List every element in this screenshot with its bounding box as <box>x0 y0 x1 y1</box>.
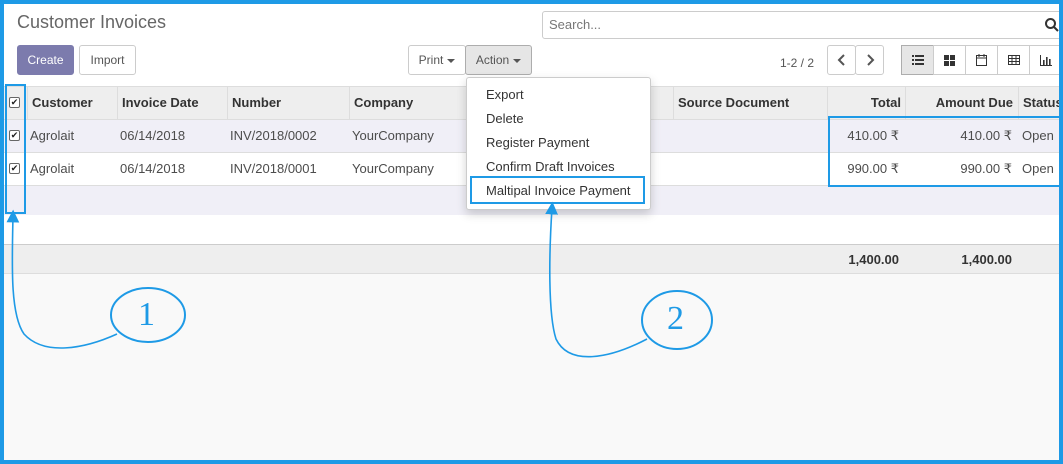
annotation-arrow-1 <box>6 209 118 349</box>
annotation-label-2: 2 <box>667 300 684 337</box>
screenshot-frame: Customer Invoices Search... Create Impor… <box>0 0 1063 464</box>
annotation-arrow-2 <box>545 201 648 358</box>
annotation-label-1: 1 <box>138 296 155 333</box>
annotation-overlay <box>6 201 713 358</box>
